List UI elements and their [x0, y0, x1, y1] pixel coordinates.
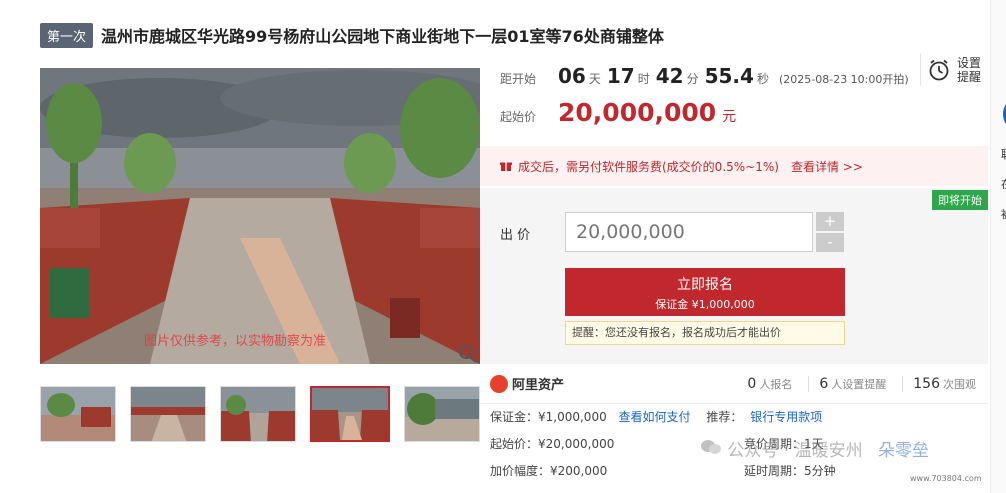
detail-start-price: 起始价：¥20,000,000: [490, 437, 615, 451]
sidebar-item-1[interactable]: 联: [1001, 146, 1006, 162]
bid-label: 出 价: [500, 228, 531, 243]
stat-registrants: 0 人报名: [747, 375, 793, 392]
view-details-link[interactable]: 查看详情 >>: [791, 158, 863, 175]
countdown-seconds-unit: 秒: [756, 72, 769, 86]
start-price-unit: 元: [722, 109, 737, 125]
increase-bid-button[interactable]: +: [816, 212, 844, 231]
start-price-row: 起始价 20,000,000 元: [500, 98, 736, 127]
bid-amount-input[interactable]: 20,000,000: [565, 212, 813, 252]
thumbnail-2[interactable]: [130, 386, 206, 442]
ali-assets-brand: 阿里资产: [512, 378, 565, 393]
service-fee-text: 成交后，需另付软件服务费(成交价的0.5%~1%): [518, 159, 779, 174]
decrease-bid-button[interactable]: -: [816, 233, 844, 252]
start-time: (2025-08-23 10:00开拍): [778, 73, 909, 86]
deposit-row: 保证金：¥1,000,000 查看如何支付 推荐： 银行专用款项: [490, 408, 822, 425]
countdown-seconds: 55.4: [704, 64, 754, 88]
how-to-pay-link[interactable]: 查看如何支付: [619, 410, 691, 424]
recommend-label: 推荐：: [706, 410, 743, 424]
stats-bar: 阿里资产 0 人报名 6 人设置提醒 156 次围观: [480, 364, 988, 404]
alarm-clock-icon: [929, 59, 949, 81]
set-reminder-button[interactable]: 设置提醒: [920, 54, 985, 86]
status-badge: 即将开始: [932, 190, 988, 210]
countdown-days: 06: [558, 64, 586, 88]
countdown-hours: 17: [606, 64, 635, 88]
thumbnail-1[interactable]: [40, 386, 116, 442]
bid-area: 即将开始 出 价 20,000,000 + - 立即报名 保证金 ¥1,000,…: [480, 188, 988, 364]
bid-increment: 加价幅度：¥200,000: [490, 464, 608, 478]
thumbnail-5[interactable]: [404, 386, 480, 442]
page-title: 温州市鹿城区华光路99号杨府山公园地下商业街地下一层01室等76处商铺整体: [101, 27, 664, 46]
start-price-label: 起始价: [500, 110, 537, 124]
countdown-row: 距开始 06 天 17 时 42 分 55.4 秒 (2025-08-23 10…: [500, 64, 909, 88]
stat-views: 156 次围观: [902, 375, 976, 392]
service-fee-notice: 成交后，需另付软件服务费(成交价的0.5%~1%) 查看详情 >>: [480, 146, 988, 186]
stat-reminders: 6 人设置提醒: [808, 375, 886, 392]
overlay-brand: 朵零垒: [878, 441, 930, 461]
start-price-value: 20,000,000: [558, 98, 717, 127]
sidebar-item-3[interactable]: 被: [1001, 206, 1006, 222]
street-scene-illustration: [40, 68, 480, 364]
countdown-label: 距开始: [500, 72, 537, 86]
ali-logo-icon: [490, 374, 508, 393]
thumbnail-3[interactable]: [220, 386, 296, 442]
countdown-minutes-unit: 分: [686, 72, 699, 86]
countdown-hours-unit: 时: [637, 72, 650, 86]
photo-watermark: 图片仅供参考，以实物勘察为准: [144, 334, 327, 349]
main-photo[interactable]: 图片仅供参考，以实物勘察为准: [40, 68, 480, 364]
stats-counters: 0 人报名 6 人设置提醒 156 次围观: [721, 375, 976, 392]
zoom-icon[interactable]: [458, 344, 478, 364]
round-badge: 第一次: [40, 22, 94, 48]
deposit-amount-label: 保证金 ¥1,000,000: [655, 298, 755, 311]
wechat-account-name: 公众号 · 温暖安州: [727, 441, 863, 461]
deposit-text: 保证金：¥1,000,000: [490, 410, 607, 424]
extension-period: 延时周期：5分钟: [744, 464, 836, 478]
bank-account-link[interactable]: 银行专用款项: [750, 410, 822, 424]
wechat-icon: [701, 440, 721, 454]
right-sidebar: 联 在 被: [990, 0, 1006, 493]
title-bar: 第一次 温州市鹿城区华光路99号杨府山公园地下商业街地下一层01室等76处商铺整…: [40, 18, 988, 52]
thumbnail-4-selected[interactable]: [310, 386, 390, 442]
wechat-overlay: 公众号 · 温暖安州 朵零垒: [700, 436, 929, 461]
countdown-days-unit: 天: [588, 72, 601, 86]
register-now-button[interactable]: 立即报名 保证金 ¥1,000,000: [565, 268, 845, 316]
overlay-site: www.703804.com: [910, 474, 982, 483]
gift-icon: [500, 162, 512, 171]
sidebar-item-2[interactable]: 在: [1001, 176, 1006, 192]
ali-assets-logo[interactable]: 阿里资产: [490, 374, 564, 393]
thumbnail-strip: [40, 386, 494, 442]
set-reminder-label: 设置提醒: [957, 56, 982, 84]
countdown-minutes: 42: [655, 64, 684, 88]
register-now-label: 立即报名: [677, 277, 733, 293]
register-tip: 提醒：您还没有报名，报名成功后才能出价: [565, 321, 845, 345]
